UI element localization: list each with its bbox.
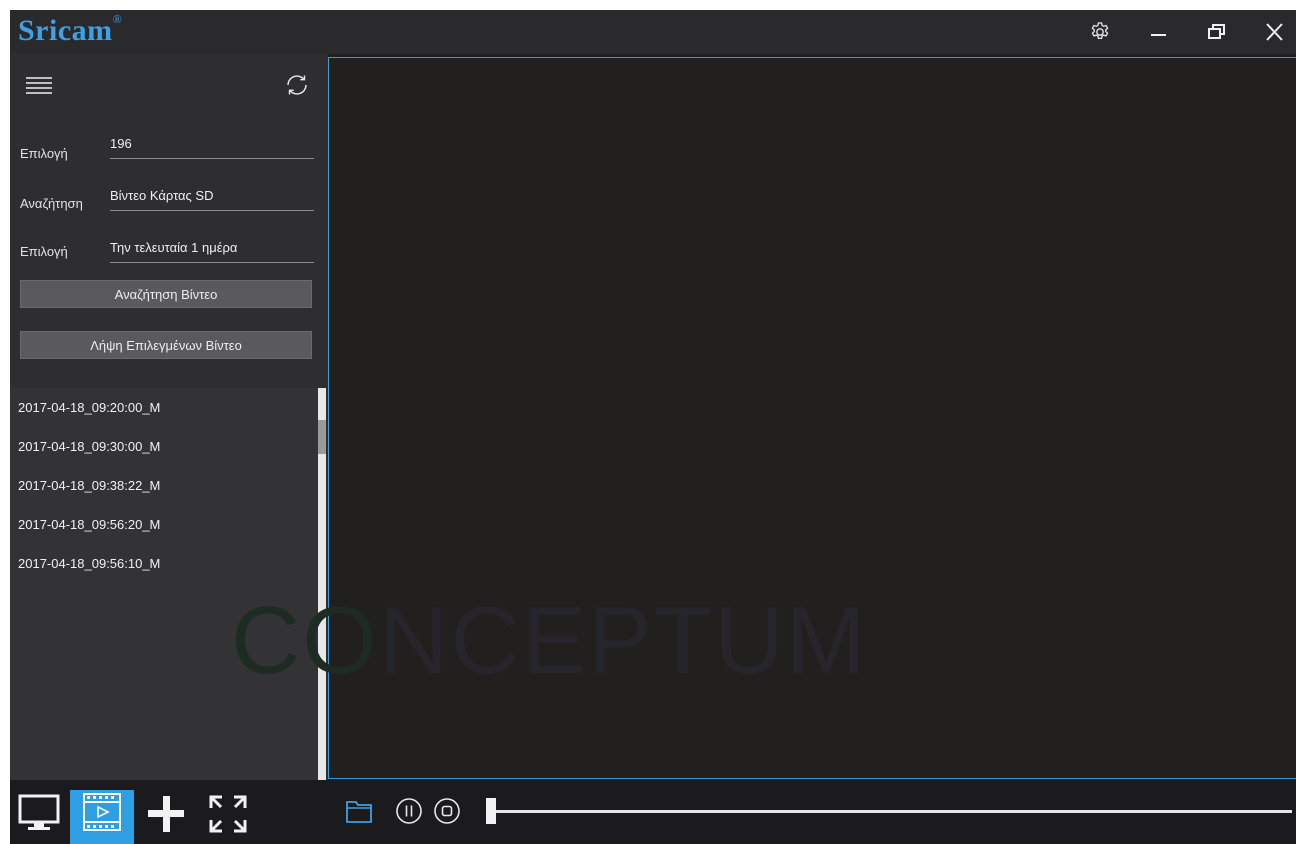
app-window: Sricam® Επιλογή 196 Αναζήτηση Βίντεο Κάρ… (10, 10, 1296, 844)
refresh-icon[interactable] (284, 72, 310, 103)
playback-progress-thumb[interactable] (486, 798, 496, 824)
download-selected-button[interactable]: Λήψη Επιλεγμένων Βίντεο (20, 331, 312, 359)
fullscreen-icon[interactable] (206, 792, 250, 836)
playback-progress-track[interactable] (496, 810, 1292, 813)
title-bar: Sricam® (10, 10, 1296, 54)
bottom-toolbar (10, 780, 1296, 844)
list-item[interactable]: 2017-04-18_09:38:22_M (18, 478, 160, 493)
device-select[interactable]: 196 (110, 136, 314, 159)
close-icon[interactable] (1262, 20, 1290, 44)
video-display[interactable]: CONCEPTUM (231, 57, 1296, 779)
list-item[interactable]: 2017-04-18_09:56:10_M (18, 556, 160, 571)
search-panel: Επιλογή 196 Αναζήτηση Βίντεο Κάρτας SD Ε… (10, 54, 328, 388)
watermark-logo: CONCEPTUM (231, 587, 868, 694)
playback-icon[interactable] (70, 790, 134, 844)
monitor-icon[interactable] (16, 790, 62, 836)
minimize-icon[interactable] (1146, 20, 1174, 44)
app-logo: Sricam® (18, 12, 123, 47)
list-item[interactable]: 2017-04-18_09:30:00_M (18, 439, 160, 454)
list-scrollbar[interactable] (318, 388, 326, 780)
list-item[interactable]: 2017-04-18_09:56:20_M (18, 517, 160, 532)
stop-icon[interactable] (432, 796, 462, 826)
device-select-label: Επιλογή (20, 146, 68, 161)
restore-icon[interactable] (1204, 20, 1232, 44)
settings-icon[interactable] (1088, 20, 1116, 44)
list-item[interactable]: 2017-04-18_09:20:00_M (18, 400, 160, 415)
menu-icon[interactable] (24, 76, 54, 99)
video-list: 2017-04-18_09:20:00_M 2017-04-18_09:30:0… (10, 388, 318, 780)
add-icon[interactable] (144, 792, 188, 836)
folder-icon[interactable] (344, 796, 374, 826)
search-type-label: Αναζήτηση (20, 196, 83, 211)
scrollbar-thumb[interactable] (318, 420, 326, 454)
time-range-select[interactable]: Την τελευταία 1 ημέρα (110, 240, 314, 263)
search-video-button[interactable]: Αναζήτηση Βίντεο (20, 280, 312, 308)
pause-icon[interactable] (394, 796, 424, 826)
search-type-select[interactable]: Βίντεο Κάρτας SD (110, 188, 314, 211)
time-range-label: Επιλογή (20, 244, 68, 259)
